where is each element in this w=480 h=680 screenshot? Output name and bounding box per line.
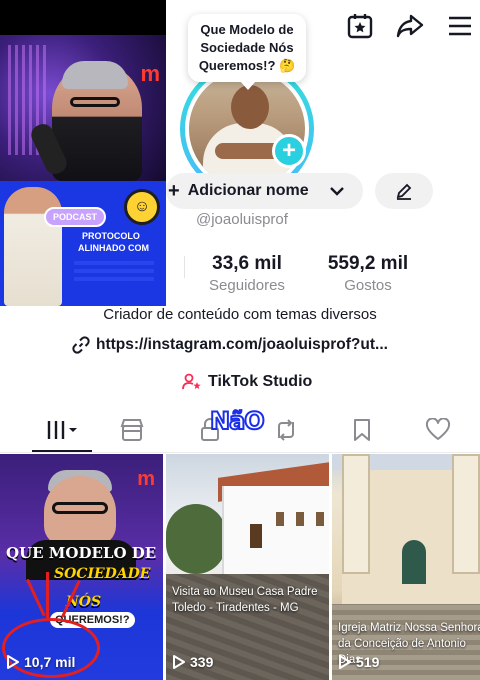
video-tile[interactable]: Visita ao Museu Casa Padre Toledo - Tira… (166, 454, 329, 680)
link-icon (72, 336, 90, 354)
tab-reposts[interactable] (266, 410, 306, 450)
podcast-line-1: PROTOCOLO (82, 231, 140, 241)
pencil-icon (396, 183, 411, 200)
play-icon (7, 655, 19, 669)
bio-text: Criador de conteúdo com temas diversos (103, 306, 377, 323)
video-tile[interactable]: m QUE MODELO DE SOCIEDADE NÓS QUEREMOS!?… (0, 454, 163, 680)
host-glasses (70, 97, 120, 107)
overlay-top-bar (0, 0, 166, 35)
calendar-star-icon[interactable] (346, 12, 374, 40)
followers-stat[interactable]: 33,6 mil Seguidores (200, 253, 294, 294)
likes-stat[interactable]: 559,2 mil Gostos (318, 253, 418, 294)
tiktok-studio-link[interactable]: TikTok Studio (182, 373, 312, 391)
avatar-head (231, 85, 269, 129)
brand-logo: m (140, 61, 160, 86)
thumbnail-tower (342, 454, 370, 574)
thumbnail-window (316, 512, 324, 526)
shop-icon (120, 419, 144, 441)
followers-label: Seguidores (209, 277, 285, 294)
add-name-label: Adicionar nome (187, 182, 309, 199)
thumbnail-host-glasses (52, 502, 108, 514)
thumbnail-window (296, 512, 304, 526)
view-count: 339 (172, 654, 213, 670)
tiktok-studio-label: TikTok Studio (208, 373, 313, 390)
followers-count: 33,6 mil (212, 253, 282, 274)
thumbnail-building (222, 486, 329, 586)
likes-label: Gostos (344, 277, 392, 294)
thumbnail-headline-2: SOCIEDADE (54, 566, 151, 582)
edit-profile-button[interactable] (374, 173, 433, 209)
video-overlay[interactable]: m PODCAST ☺ PROTOCOLO ALINHADO COM (0, 0, 166, 306)
likes-count: 559,2 mil (327, 253, 409, 274)
view-count: 10,7 mil (6, 654, 75, 670)
add-name-button[interactable]: + Adicionar nome (166, 173, 363, 209)
host-hair (62, 61, 128, 89)
overlay-studio-scene: m (0, 35, 166, 181)
red-arrow (46, 572, 49, 618)
thumbnail-brand-logo: m (137, 468, 155, 490)
name-row: + Adicionar nome (166, 173, 433, 209)
heart-icon (425, 418, 451, 440)
add-story-plus-icon[interactable]: + (272, 134, 306, 168)
note-bubble[interactable]: Que Modelo de Sociedade Nós Queremos!? 🤔 (188, 14, 306, 90)
profile-link-text: https://instagram.com/joaoluisprof?ut... (96, 336, 388, 353)
view-count-value: 10,7 mil (24, 654, 76, 670)
thumbnail-door (250, 524, 262, 548)
play-icon (173, 655, 185, 669)
nao-sticker: NãO (209, 406, 266, 436)
podcast-pill: PODCAST (44, 207, 107, 227)
plus-icon: + (168, 179, 180, 202)
podcast-pattern (74, 257, 154, 281)
red-arrow (26, 578, 46, 617)
smiley-headphones-icon: ☺ (124, 189, 160, 225)
stats-divider (184, 256, 185, 278)
chevron-down-icon (329, 187, 344, 196)
person-star-icon (182, 373, 201, 390)
thumbnail-tree (166, 504, 226, 574)
thumbnail-window (276, 512, 284, 526)
video-caption: Visita ao Museu Casa Padre Toledo - Tira… (172, 586, 318, 614)
menu-icon[interactable] (446, 12, 474, 40)
thumbnail-headline-1: QUE MODELO DE (6, 544, 157, 562)
repost-icon (278, 419, 294, 441)
tabs-divider (0, 452, 480, 453)
overlay-podcast-banner: PODCAST ☺ PROTOCOLO ALINHADO COM (0, 181, 166, 306)
username-handle: @joaoluisprof (196, 211, 288, 228)
view-count: 519 (338, 654, 379, 670)
podcast-line-2: ALINHADO COM (78, 243, 149, 253)
thumbnail-tower (452, 454, 480, 574)
share-icon[interactable] (396, 12, 424, 40)
tab-liked[interactable] (418, 410, 458, 450)
guest-figure (4, 187, 62, 306)
profile-link[interactable]: https://instagram.com/joaoluisprof?ut... (72, 336, 388, 354)
thumbnail-portal (402, 540, 426, 584)
grid-icon (47, 421, 77, 439)
play-icon (339, 655, 351, 669)
video-grid: m QUE MODELO DE SOCIEDADE NÓS QUEREMOS!?… (0, 454, 480, 680)
view-count-value: 519 (356, 654, 380, 670)
tab-videos[interactable] (32, 410, 92, 450)
video-tile[interactable]: Igreja Matriz Nossa Senhora da Conceição… (332, 454, 480, 680)
view-count-value: 339 (190, 654, 214, 670)
tab-favorites[interactable] (342, 410, 382, 450)
top-actions (346, 12, 474, 40)
tab-shop[interactable] (112, 410, 152, 450)
bookmark-icon (354, 419, 370, 441)
